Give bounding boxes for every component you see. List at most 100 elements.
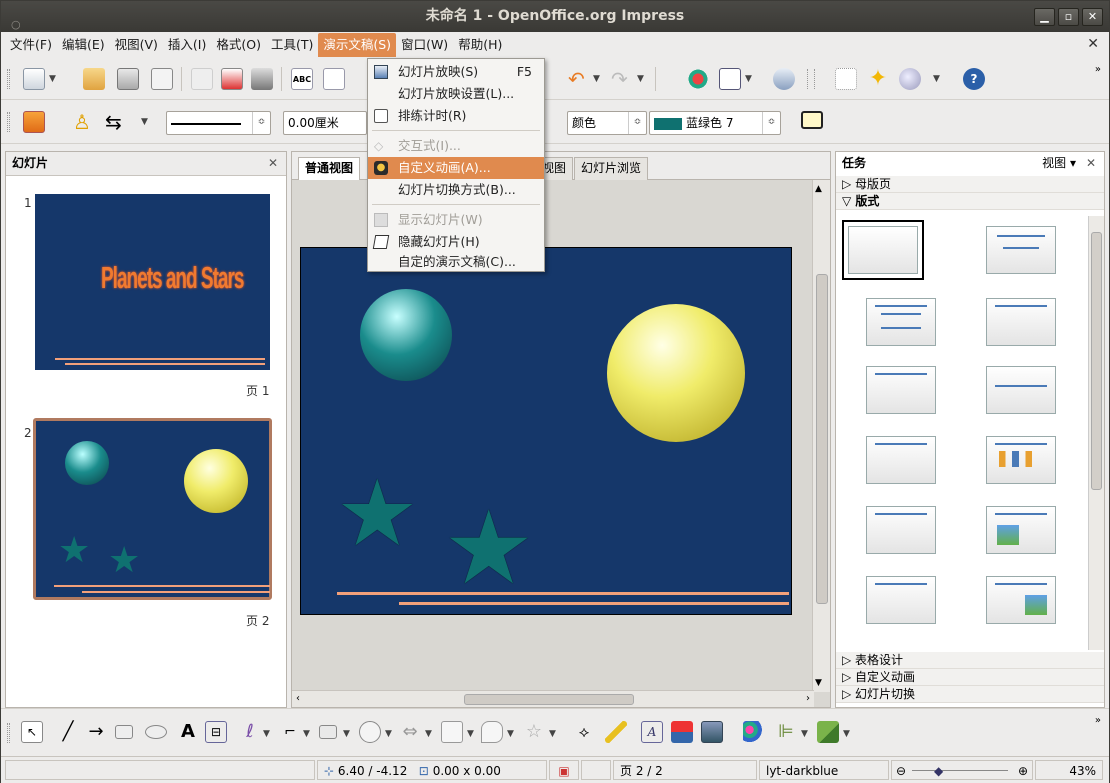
- menu-edit[interactable]: 编辑(E): [57, 33, 110, 57]
- fit-text-icon[interactable]: ⊟: [205, 721, 227, 743]
- arrow-tool-icon[interactable]: →: [85, 721, 107, 743]
- tasks-view-menu[interactable]: 视图 ▾: [1042, 152, 1076, 174]
- symbol-shapes-icon[interactable]: [359, 721, 381, 743]
- undo-icon[interactable]: ↶: [568, 68, 590, 90]
- undo-dropdown-icon[interactable]: ▼: [593, 74, 600, 84]
- menu-slideshow[interactable]: 演示文稿(S): [318, 33, 397, 57]
- tab-normal[interactable]: 普通视图: [298, 157, 361, 180]
- arrange-icon[interactable]: [817, 721, 839, 743]
- menu-item-show-slide[interactable]: 显示幻灯片(W): [368, 209, 544, 231]
- zoom-percent[interactable]: 43%: [1035, 760, 1103, 780]
- layout-title-content[interactable]: [866, 298, 936, 346]
- line-style-select[interactable]: ≎: [166, 111, 271, 135]
- from-file-icon[interactable]: [671, 721, 693, 743]
- layout-table[interactable]: [866, 506, 936, 554]
- layout-centered-text[interactable]: [986, 366, 1056, 414]
- close-slides-pane-icon[interactable]: ✕: [268, 152, 278, 174]
- layout-title-2-content[interactable]: [986, 298, 1056, 346]
- close-document-icon[interactable]: ✕: [1087, 36, 1099, 52]
- grid-icon[interactable]: [835, 68, 857, 90]
- toolbar-overflow-icon[interactable]: »: [1095, 64, 1101, 75]
- select-icon[interactable]: ↖: [21, 721, 43, 743]
- zoom-dropdown-icon[interactable]: ▼: [933, 74, 940, 84]
- zoom-out-icon[interactable]: ⊖: [896, 761, 906, 781]
- star-shape[interactable]: ★: [443, 498, 534, 600]
- menu-item-hide-slide[interactable]: 隐藏幻灯片(H): [368, 231, 544, 253]
- menu-format[interactable]: 格式(O): [211, 33, 266, 57]
- shadow-icon[interactable]: [801, 111, 823, 129]
- yellow-planet[interactable]: [607, 304, 745, 442]
- save-icon[interactable]: [117, 68, 139, 90]
- autospell-icon[interactable]: [323, 68, 345, 90]
- display-grid-icon[interactable]: [773, 68, 795, 90]
- connector-tool-icon[interactable]: ⌐: [279, 721, 301, 743]
- callouts-icon[interactable]: [481, 721, 503, 743]
- block-arrows-icon[interactable]: ⇔: [399, 721, 421, 743]
- menu-window[interactable]: 窗口(W): [396, 33, 453, 57]
- layout-text-chart[interactable]: [866, 576, 936, 624]
- tab-slide-sorter[interactable]: 幻灯片浏览: [574, 157, 649, 180]
- menu-item-slide-show[interactable]: 幻灯片放映(S) F5: [368, 61, 544, 83]
- align-icon[interactable]: ⊫: [775, 721, 797, 743]
- arrow-style-dropdown-icon[interactable]: ▼: [141, 117, 148, 127]
- ellipse-tool-icon[interactable]: [145, 725, 167, 739]
- toolbar-overflow-icon[interactable]: »: [1095, 715, 1101, 726]
- export-pdf-icon[interactable]: [221, 68, 243, 90]
- close-tasks-pane-icon[interactable]: ✕: [1086, 152, 1096, 174]
- maximize-button[interactable]: ▫: [1058, 8, 1079, 26]
- toolbar-grip[interactable]: [7, 69, 10, 89]
- glue-points-icon[interactable]: [605, 721, 627, 743]
- menu-item-rehearse-timings[interactable]: 排练计时(R): [368, 105, 544, 127]
- menu-insert[interactable]: 插入(I): [163, 33, 211, 57]
- arrow-style-icon[interactable]: ⇆: [105, 111, 127, 133]
- fill-color-select[interactable]: 蓝绿色 7 ≎: [649, 111, 781, 135]
- section-table-design[interactable]: ▷ 表格设计: [836, 652, 1104, 669]
- modified-icon[interactable]: ▣: [549, 760, 579, 780]
- print-icon[interactable]: [251, 68, 273, 90]
- text-tool-icon[interactable]: A: [177, 721, 199, 743]
- spellcheck-icon[interactable]: ABC: [291, 68, 313, 90]
- scroll-thumb[interactable]: [464, 694, 634, 705]
- layout-title-chart[interactable]: [986, 436, 1056, 484]
- section-master-pages[interactable]: ▷ 母版页: [836, 176, 1104, 193]
- layout-text-image[interactable]: [986, 576, 1056, 624]
- menu-item-slideshow-settings[interactable]: 幻灯片放映设置(L)...: [368, 83, 544, 105]
- slide-thumbnail-1[interactable]: Planets and Stars: [35, 194, 270, 370]
- help-icon[interactable]: ?: [963, 68, 985, 90]
- stars-icon[interactable]: ☆: [523, 721, 545, 743]
- menu-item-interaction[interactable]: ◇ 交互式(I)...: [368, 135, 544, 157]
- menu-item-custom-animation[interactable]: ● 自定义动画(A)...: [368, 157, 544, 179]
- layout-image-text[interactable]: [986, 506, 1056, 554]
- layouts-scrollbar[interactable]: [1088, 216, 1104, 650]
- menu-item-custom-slideshow[interactable]: 自定的演示文稿(C)...: [368, 253, 544, 271]
- flowchart-icon[interactable]: [441, 721, 463, 743]
- edit-file-icon[interactable]: [191, 68, 213, 90]
- rectangle-tool-icon[interactable]: [115, 725, 133, 739]
- menu-file[interactable]: 文件(F): [5, 33, 57, 57]
- slide-canvas[interactable]: ★ ★: [300, 247, 792, 615]
- menu-help[interactable]: 帮助(H): [453, 33, 507, 57]
- minimize-button[interactable]: ▁: [1034, 8, 1055, 26]
- close-window-button[interactable]: ✕: [1082, 8, 1103, 26]
- helplines-icon[interactable]: ✦: [867, 68, 889, 90]
- menu-view[interactable]: 视图(V): [110, 33, 163, 57]
- slide-thumbnail-2[interactable]: ★ ★: [33, 418, 272, 600]
- line-tool-icon[interactable]: ╱: [57, 721, 79, 743]
- new-dropdown-icon[interactable]: ▼: [49, 74, 56, 84]
- basic-shapes-icon[interactable]: [319, 725, 337, 739]
- section-layouts[interactable]: ▽ 版式: [836, 193, 1104, 210]
- gallery-icon[interactable]: [701, 721, 723, 743]
- section-slide-transition[interactable]: ▷ 幻灯片切换: [836, 686, 1104, 703]
- chart-icon[interactable]: [687, 68, 709, 90]
- layout-title-only[interactable]: [986, 226, 1056, 274]
- redo-icon[interactable]: ↷: [611, 68, 633, 90]
- open-folder-icon[interactable]: [83, 68, 105, 90]
- table-icon[interactable]: [719, 68, 741, 90]
- table-dropdown-icon[interactable]: ▼: [745, 74, 752, 84]
- zoom-icon[interactable]: [899, 68, 921, 90]
- teal-planet[interactable]: [360, 289, 452, 381]
- star-shape[interactable]: ★: [336, 468, 418, 560]
- curve-tool-icon[interactable]: ℓ: [239, 721, 261, 743]
- styles-icon[interactable]: [23, 111, 45, 133]
- zoom-slider[interactable]: ⊖ ◆ ⊕: [891, 760, 1033, 780]
